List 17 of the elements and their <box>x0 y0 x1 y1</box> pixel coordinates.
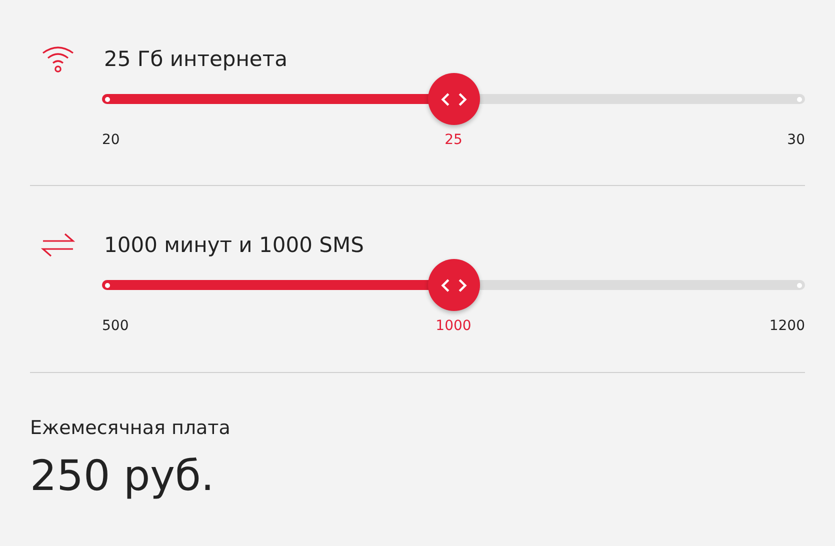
fee-label: Ежемесячная плата <box>30 417 232 439</box>
max-value: 1200 <box>769 318 805 334</box>
chevrons-icon <box>440 92 468 106</box>
fee-amount: 250 руб. <box>30 451 216 500</box>
slider-track[interactable] <box>102 280 805 290</box>
max-value: 30 <box>787 132 805 148</box>
min-value: 500 <box>102 318 129 334</box>
current-value: 25 <box>444 132 462 148</box>
chevrons-icon <box>440 278 468 292</box>
slider-title: 25 Гб интернета <box>104 47 288 71</box>
slider-title: 1000 минут и 1000 SMS <box>104 233 364 257</box>
current-value: 1000 <box>436 318 472 334</box>
min-value: 20 <box>102 132 120 148</box>
slider-thumb[interactable] <box>428 259 480 311</box>
slider-track[interactable] <box>102 94 805 104</box>
wifi-icon <box>40 44 76 74</box>
slider-thumb[interactable] <box>428 73 480 125</box>
